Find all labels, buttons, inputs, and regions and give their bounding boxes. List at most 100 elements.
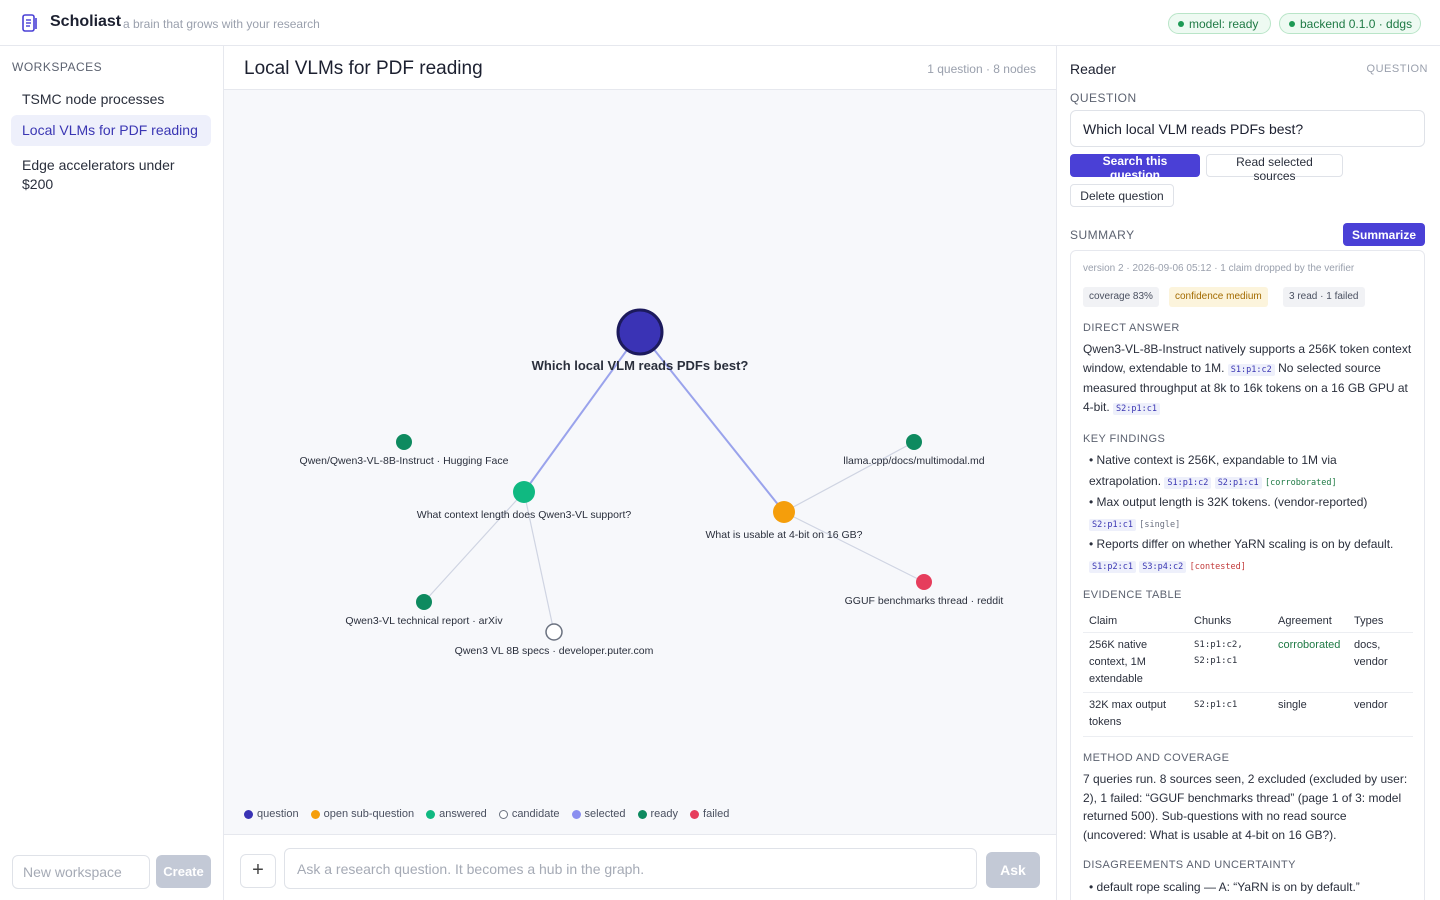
graph-node-ready[interactable] <box>416 594 432 610</box>
legend-item: failed <box>690 808 729 820</box>
legend-item: question <box>244 808 299 820</box>
table-header-row: Claim Chunks Agreement Types <box>1083 609 1413 633</box>
question-input[interactable] <box>284 848 977 889</box>
legend-label: candidate <box>511 808 560 820</box>
key-findings-label: KEY FINDINGS <box>1083 433 1166 445</box>
agreement-tag: [single] <box>1139 520 1181 530</box>
types-cell: vendor <box>1354 699 1388 711</box>
create-workspace-button[interactable]: Create <box>156 855 211 888</box>
agreement-tag: [contested] <box>1189 562 1246 572</box>
search-question-button[interactable]: Search this question <box>1070 154 1200 182</box>
model-status-badge: model: ready <box>1168 13 1271 34</box>
app-name: Scholiast <box>50 13 122 30</box>
legend-swatch-icon <box>426 809 436 819</box>
column-header: Agreement <box>1278 615 1332 627</box>
read-sources-button[interactable]: Read selected sources <box>1206 154 1343 183</box>
knowledge-graph[interactable]: Which local VLM reads PDFs best? What con… <box>224 90 1056 790</box>
legend-label: selected <box>584 808 626 820</box>
citation-chip[interactable]: S1:p1:c2 <box>1227 363 1275 376</box>
graph-edge <box>783 511 925 583</box>
status-dot-icon <box>1178 21 1184 27</box>
summarize-button[interactable]: Summarize <box>1343 223 1425 246</box>
model-status-text: model: ready <box>1189 17 1259 31</box>
workspace-item-local-vlms[interactable]: Local VLMs for PDF reading <box>11 115 211 146</box>
finding-item: • Native context is 256K, expandable to … <box>1089 453 1337 489</box>
legend-swatch-icon <box>637 809 647 819</box>
coverage-badge: coverage 83% <box>1083 287 1159 307</box>
method-coverage-label: METHOD AND COVERAGE <box>1083 752 1230 764</box>
graph-node-answered[interactable] <box>513 481 535 503</box>
legend-label: open sub-question <box>323 808 415 820</box>
graph-node-label[interactable]: What is usable at 4-bit on 16 GB? <box>705 529 862 541</box>
legend-item: open sub-question <box>310 808 415 820</box>
graph-node-label[interactable]: llama.cpp/docs/multimodal.md <box>843 455 984 467</box>
finding-item: • Reports differ on whether YaRN scaling… <box>1089 537 1394 573</box>
legend-swatch-icon <box>244 809 253 819</box>
graph-node-label[interactable]: What context length does Qwen3-VL suppor… <box>417 509 632 521</box>
chunks-cell: S2:p1:c1 <box>1194 656 1238 666</box>
types-cell: docs, vendor <box>1354 639 1388 668</box>
table-row: 256K native context, 1M extendable S1:p1… <box>1083 633 1413 693</box>
citation-chip[interactable]: S3:p4:c2 <box>1139 561 1187 573</box>
agreement-cell: corroborated <box>1278 639 1341 651</box>
claim-cell: 256K native context, 1M extendable <box>1089 639 1148 685</box>
workspace-item-edge-accelerators[interactable]: Edge accelerators under $200 <box>11 156 211 194</box>
summary-label: SUMMARY <box>1070 228 1135 242</box>
legend-label: question <box>257 808 299 820</box>
graph-node-label[interactable]: Qwen3-VL technical report · arXiv <box>345 615 503 627</box>
graph-node-open[interactable] <box>773 501 795 523</box>
finding-text: Reports differ on whether YaRN scaling i… <box>1096 537 1394 551</box>
summary-card: version 2 · 2026-09-06 05:12 · 1 claim d… <box>1070 250 1425 900</box>
graph-node-ready[interactable] <box>906 434 922 450</box>
citation-chip[interactable]: S1:p2:c1 <box>1089 561 1136 573</box>
citation-chip[interactable]: S2:p1:c1 <box>1214 477 1262 489</box>
evidence-table-label: EVIDENCE TABLE <box>1083 589 1182 601</box>
citation-chip[interactable]: S2:p1:c1 <box>1089 519 1136 531</box>
graph-node-label[interactable]: GGUF benchmarks thread · reddit <box>845 595 1004 607</box>
workspace-title: Local VLMs for PDF reading <box>244 58 483 79</box>
workspace-item-tsmc[interactable]: TSMC node processes <box>11 90 211 109</box>
graph-node-failed[interactable] <box>916 574 932 590</box>
reader-panel: Reader QUESTION QUESTION Which local VLM… <box>1056 46 1440 900</box>
graph-canvas[interactable]: Which local VLM reads PDFs best? What con… <box>224 90 1056 790</box>
graph-node-question[interactable] <box>616 308 664 356</box>
ask-button[interactable]: Ask <box>986 852 1040 888</box>
graph-node-candidate[interactable] <box>545 623 563 641</box>
legend-label: answered <box>439 808 487 820</box>
column-header: Claim <box>1089 615 1118 627</box>
claim-cell: 32K max output tokens <box>1089 699 1167 728</box>
graph-node-ready[interactable] <box>396 434 412 450</box>
citation-chip[interactable]: S2:p1:c1 <box>1113 402 1160 415</box>
column-header: Chunks <box>1194 615 1232 627</box>
column-header: Types <box>1354 615 1384 627</box>
agreement-cell: single <box>1278 699 1307 711</box>
graph-node-label[interactable]: Qwen/Qwen3-VL-8B-Instruct · Hugging Face <box>300 455 509 467</box>
direct-answer-text: Qwen3-VL-8B-Instruct natively supports a… <box>1083 340 1413 418</box>
app-tagline: a brain that grows with your research <box>123 17 320 31</box>
legend-swatch-icon <box>498 809 508 819</box>
disagreement-item: • default rope scaling — A: “YaRN is on … <box>1089 880 1360 894</box>
add-button[interactable]: + <box>240 854 276 888</box>
legend-label: ready <box>650 808 679 820</box>
finding-item: • Max output length is 32K tokens. (vend… <box>1089 495 1368 531</box>
graph-node-label[interactable]: Qwen3 VL 8B specs · developer.puter.com <box>455 645 654 657</box>
new-workspace-input[interactable] <box>12 855 150 889</box>
chunks-cell: S2:p1:c1 <box>1194 700 1238 710</box>
legend-swatch-icon <box>571 809 581 819</box>
top-bar: Scholiast a brain that grows with your r… <box>0 0 1440 46</box>
legend-item: candidate <box>498 808 560 820</box>
status-dot-icon <box>1289 21 1295 27</box>
direct-answer-label: DIRECT ANSWER <box>1083 322 1180 334</box>
finding-text: Max output length is 32K tokens. (vendor… <box>1096 495 1368 509</box>
graph-node-label[interactable]: Which local VLM reads PDFs best? <box>532 358 749 373</box>
legend-item: answered <box>426 808 487 820</box>
backend-status-text: backend 0.1.0 · ddgs <box>1300 17 1413 31</box>
read-count-badge: 3 read · 1 failed <box>1283 287 1365 307</box>
citation-chip[interactable]: S1:p1:c2 <box>1164 477 1212 489</box>
legend-label: failed <box>703 808 730 820</box>
graph-panel: Local VLMs for PDF reading 1 question · … <box>224 46 1056 900</box>
table-row: 32K max output tokens S2:p1:c1 single ve… <box>1083 693 1413 737</box>
delete-question-button[interactable]: Delete question <box>1070 184 1174 207</box>
legend-swatch-icon <box>690 809 700 819</box>
summary-version: version 2 · 2026-09-06 05:12 · 1 claim d… <box>1083 263 1355 274</box>
